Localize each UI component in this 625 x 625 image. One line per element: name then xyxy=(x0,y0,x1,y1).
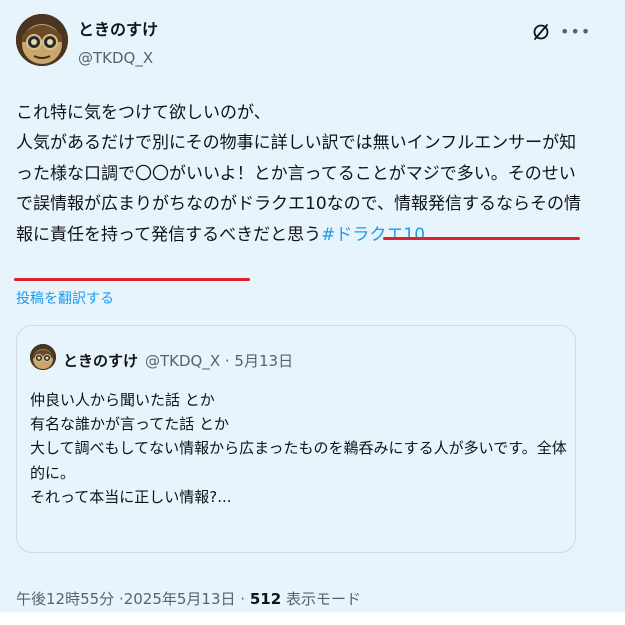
grok-icon[interactable] xyxy=(531,22,551,42)
tweet-footer: 午後12時55分 ·2025年5月13日 · 512 表示モード xyxy=(16,588,361,609)
views-label: 表示モード xyxy=(285,590,361,608)
hashtag-link[interactable]: #ドラクエ10 xyxy=(321,225,425,245)
tweet-line: 人気があるだけで別にその物事に詳しい訳では無いインフルエンサーが知 xyxy=(16,133,577,154)
quoted-line: 大して調べもしてない情報から広まったものを鵜呑みにする人が多いです。全体 xyxy=(30,439,567,458)
post-date[interactable]: 2025年5月13日 · xyxy=(124,590,245,608)
post-time[interactable]: 午後12時55分 · xyxy=(16,590,124,608)
quoted-author-name: ときのすけ xyxy=(63,352,139,370)
tweet-line: これ特に気をつけて欲しいのが、 xyxy=(16,103,271,123)
author-name[interactable]: ときのすけ xyxy=(78,20,158,40)
more-icon[interactable]: ••• xyxy=(560,22,590,42)
tweet-card: ときのすけ @TKDQ_X ••• これ特に気をつけて欲しいのが、 人気があるだ… xyxy=(0,0,625,625)
quoted-line: それって本当に正しい情報?... xyxy=(30,487,232,506)
quoted-text: 仲良い人から聞いた話 とか 有名な誰かが言ってた話 とか 大して調べもしてない情… xyxy=(30,388,567,509)
author-handle[interactable]: @TKDQ_X xyxy=(78,48,153,68)
tweet-line: で誤情報が広まりがちなのがドラクエ10なので、情報発信するならその情 xyxy=(16,194,581,215)
quoted-line: 有名な誰かが言ってた話 とか xyxy=(30,415,230,434)
tweet-text: これ特に気をつけて欲しいのが、 人気があるだけで別にその物事に詳しい訳では無いイ… xyxy=(16,98,606,250)
quoted-tweet[interactable]: ときのすけ @TKDQ_X · 5月13日 仲良い人から聞いた話 とか 有名な誰… xyxy=(16,325,576,553)
translate-link[interactable]: 投稿を翻訳する xyxy=(16,288,114,308)
tweet-line-last: 報に責任を持って発信するべきだと思う#ドラクエ10 xyxy=(16,220,606,250)
highlight-underline xyxy=(14,278,250,281)
quoted-avatar xyxy=(30,344,56,370)
quoted-line: 的に。 xyxy=(30,463,76,482)
view-count: 512 xyxy=(249,590,282,608)
quoted-line: 仲良い人から聞いた話 とか xyxy=(30,391,215,409)
quoted-meta: @TKDQ_X · 5月13日 xyxy=(145,352,294,370)
highlight-underline xyxy=(383,237,580,240)
avatar[interactable] xyxy=(16,14,68,66)
tweet-line: った様な口調で〇〇がいいよ！とか言ってることがマジで多い。そのせい xyxy=(16,163,576,184)
tweet-line: 報に責任を持って発信するべきだと思う xyxy=(16,224,322,245)
